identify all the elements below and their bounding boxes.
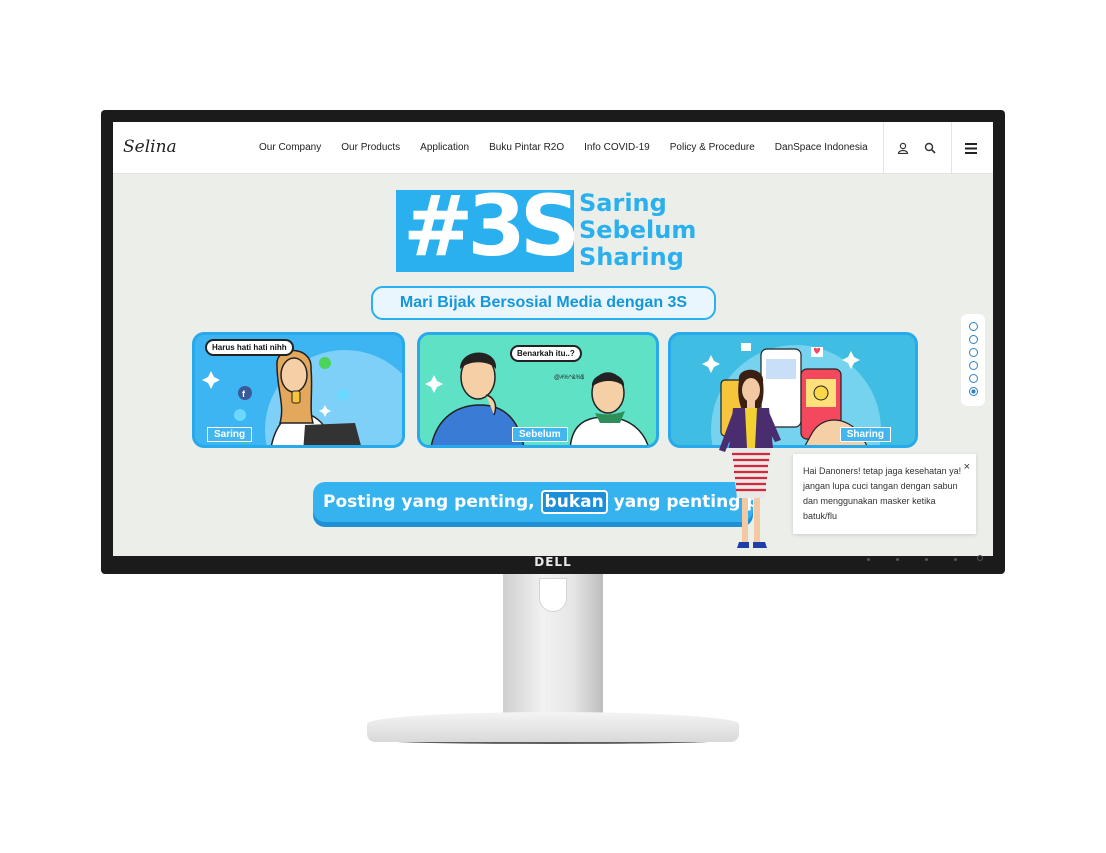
site-logo[interactable]: Selina (123, 137, 177, 157)
card-label: Sebelum (512, 427, 568, 442)
nav-link-buku-pintar[interactable]: Buku Pintar R2O (489, 142, 564, 153)
monitor-button[interactable] (867, 558, 870, 561)
monitor-base (367, 712, 739, 742)
hashtag-3s: #3S (403, 177, 580, 275)
nav-links: Our Company Our Products Application Buk… (259, 142, 888, 153)
nav-link-policy[interactable]: Policy & Procedure (670, 142, 755, 153)
nav-link-our-company[interactable]: Our Company (259, 142, 321, 153)
nav-link-application[interactable]: Application (420, 142, 469, 153)
monitor-button[interactable] (925, 558, 928, 561)
nav-link-danspace[interactable]: DanSpace Indonesia (775, 142, 868, 153)
nav-link-info-covid[interactable]: Info COVID-19 (584, 142, 650, 153)
chat-popup: Hai Danoners! tetap jaga kesehatan ya! j… (793, 454, 976, 534)
nav-link-our-products[interactable]: Our Products (341, 142, 400, 153)
slogan-line: Saring (579, 189, 667, 217)
monitor-buttons (867, 558, 957, 561)
slogan: Saring Sebelum Sharing (579, 190, 696, 271)
slogan-line: Sebelum (579, 216, 697, 244)
mascot-avatar[interactable] (711, 368, 791, 552)
monitor-bezel: Selina Our Company Our Products Applicat… (101, 110, 1005, 574)
posting-banner: Posting yang penting, bukan yang penting… (313, 482, 753, 522)
subtitle-pill: Mari Bijak Bersosial Media dengan 3S (371, 286, 716, 320)
slide-dot[interactable] (968, 361, 978, 370)
top-nav: Selina Our Company Our Products Applicat… (113, 122, 993, 174)
speech-bubble: Harus hati hati nihh (205, 339, 294, 356)
nav-divider (883, 122, 884, 174)
banner-highlight: bukan (540, 490, 608, 514)
slide-dot[interactable] (968, 348, 978, 357)
slide-pager (961, 314, 985, 406)
curse-text: @#%^&%$ (554, 375, 585, 381)
banner-text: Posting yang penting, (323, 492, 541, 512)
slide-dot-active[interactable] (968, 387, 978, 396)
cable-hole (539, 578, 567, 612)
monitor-button[interactable] (954, 558, 957, 561)
slide-dot[interactable] (968, 335, 978, 344)
power-button-icon[interactable] (977, 555, 983, 561)
card-saring: f Harus hati hati nihh Saring (192, 332, 405, 448)
brand-logo: DELL (534, 555, 572, 569)
card-sebelum: Benarkah itu..? @#%^&%$ Sebelum (417, 332, 659, 448)
slide-dot[interactable] (968, 374, 978, 383)
browser-viewport: Selina Our Company Our Products Applicat… (113, 122, 993, 556)
monitor-button[interactable] (896, 558, 899, 561)
hamburger-menu-icon[interactable] (962, 139, 980, 157)
nav-divider (951, 122, 952, 174)
slide-dot[interactable] (968, 322, 978, 331)
card-label: Saring (207, 427, 253, 442)
slogan-line: Sharing (579, 243, 684, 271)
card-sharing: Sharing (668, 332, 918, 448)
card-label: Sharing (839, 427, 891, 442)
thought-bubble: Benarkah itu..? (510, 345, 582, 362)
search-icon[interactable] (921, 139, 939, 157)
chat-message: Hai Danoners! tetap jaga kesehatan ya! j… (803, 466, 962, 521)
user-icon[interactable] (894, 139, 912, 157)
close-icon[interactable]: × (964, 460, 970, 475)
